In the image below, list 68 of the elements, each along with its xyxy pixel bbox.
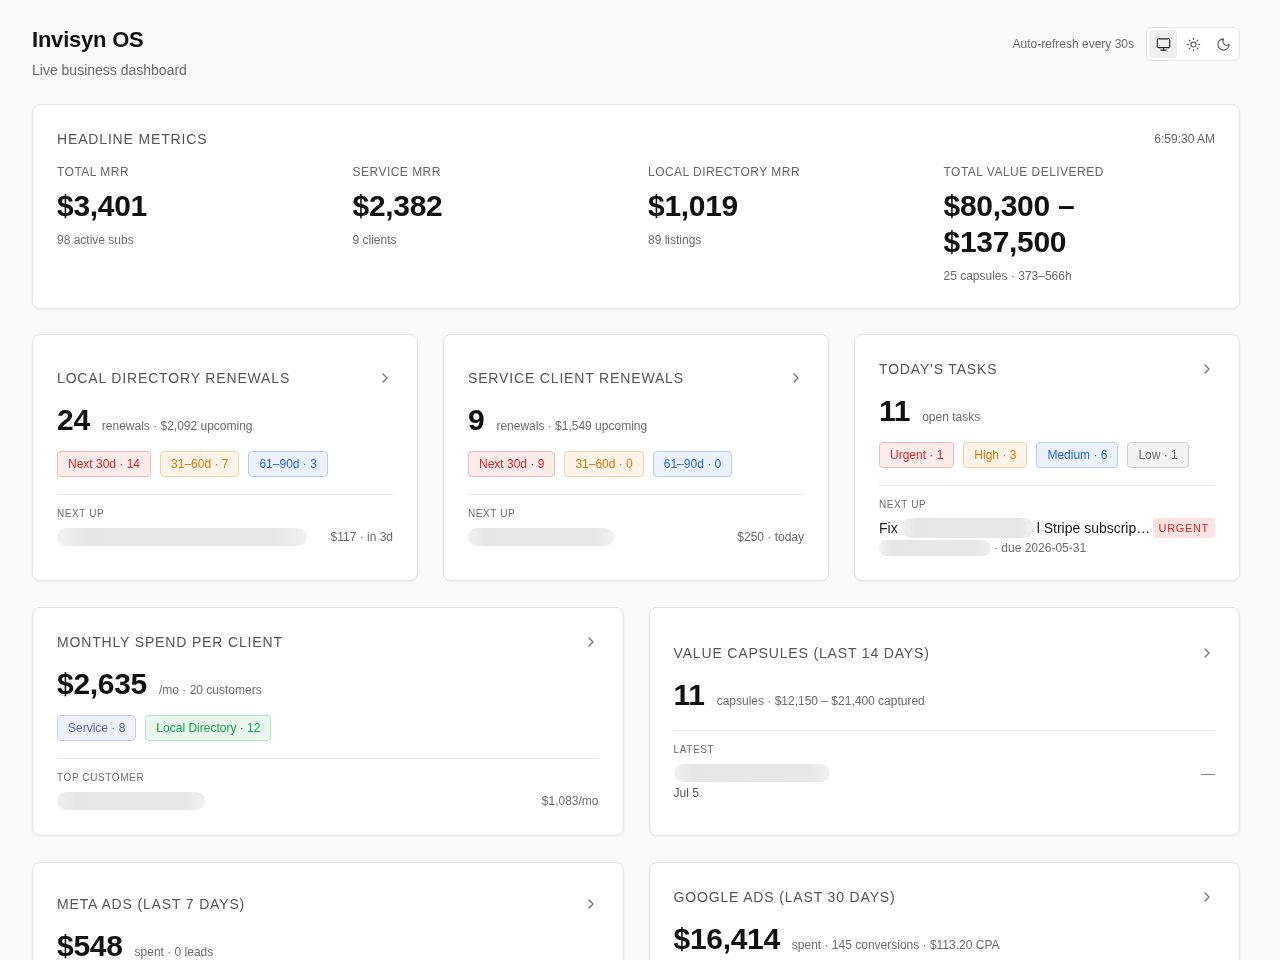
metric-note: 25 capsules · 373–566h: [943, 268, 1073, 284]
updated-time: 6:59:30 AM: [1154, 132, 1215, 146]
theme-button[interactable]: [1149, 30, 1177, 58]
task-due-date: · due 2026-05-31: [994, 541, 1087, 555]
sun-icon: [1185, 36, 1201, 52]
card-value-note: renewals · $1,549 upcoming: [496, 419, 648, 433]
section-label: TOP CUSTOMER: [57, 771, 146, 785]
count-pill: Low · 1: [1127, 442, 1189, 468]
section-label: NEXT UP: [468, 507, 517, 521]
card-value-note: capsules · $12,150 – $21,400 captured: [716, 693, 925, 708]
metric-note: 98 active subs: [57, 232, 135, 248]
card-value: 24: [57, 402, 90, 438]
count-pill: 61–90d · 0: [652, 451, 733, 477]
section-label: NEXT UP: [879, 498, 928, 512]
app-title: Invisyn OS: [32, 26, 145, 54]
card-title: SERVICE CLIENT RENEWALS: [468, 369, 684, 388]
card-value-note: open tasks: [922, 410, 981, 424]
card-value-note: spent · 145 conversions · $113.20 CPA: [791, 938, 1000, 952]
monitor-icon: [1155, 36, 1171, 52]
count-pill: Service · 8: [57, 715, 137, 741]
app-subtitle: Live business dashboard: [32, 61, 187, 80]
next-up-detail: $1,083/mo: [541, 794, 599, 808]
count-pill: Urgent · 1: [879, 442, 955, 468]
metric-value: $80,300 – $137,500: [943, 188, 1076, 260]
card-value: $16,414: [673, 921, 780, 957]
count-pill: Local Directory · 12: [145, 715, 272, 741]
card-title: META ADS (LAST 7 DAYS): [57, 895, 246, 914]
card-title: GOOGLE ADS (LAST 30 DAYS): [673, 888, 896, 907]
card-value: $548: [57, 928, 123, 960]
count-pill: High · 3: [963, 442, 1028, 468]
card-value: 11: [673, 676, 705, 713]
card-value-note: spent · 0 leads: [134, 945, 214, 959]
count-pill: 61–90d · 3: [248, 451, 328, 477]
metric-label: TOTAL VALUE DELIVERED: [943, 164, 1105, 180]
next-up-detail: $250 · today: [737, 530, 804, 544]
moon-icon: [1215, 36, 1231, 52]
metric-value: $2,382: [352, 188, 444, 224]
card-value: 11: [879, 393, 911, 429]
count-pill: Next 30d · 9: [468, 451, 556, 477]
card-title: HEADLINE METRICS: [57, 130, 208, 149]
card-title: TODAY'S TASKS: [879, 360, 998, 379]
card-title: LOCAL DIRECTORY RENEWALS: [57, 369, 291, 388]
next-up-detail: $117 · in 3d: [330, 530, 393, 544]
metric-label: LOCAL DIRECTORY MRR: [648, 164, 802, 180]
card-value: 9: [468, 402, 485, 438]
count-pill: 31–60d · 7: [160, 451, 240, 477]
priority-badge: URGENT: [1152, 518, 1215, 538]
card-value: $2,635: [57, 666, 147, 702]
auto-refresh-note: Auto-refresh every 30s: [1012, 37, 1134, 51]
count-pill: Medium · 6: [1036, 442, 1119, 468]
card-title: MONTHLY SPEND PER CLIENT: [57, 633, 283, 652]
task-title: l Stripe subscrip…: [1036, 520, 1151, 536]
metric-label: TOTAL MRR: [57, 164, 131, 180]
metric-value: $3,401: [57, 188, 148, 224]
card-value-note: /mo · 20 customers: [158, 683, 262, 697]
count-pill: Next 30d · 14: [57, 451, 152, 477]
capsule-date: Jul 5: [673, 784, 700, 801]
count-pill: 31–60d · 0: [564, 451, 644, 477]
value-placeholder-dash: —: [1201, 764, 1215, 781]
metric-value: $1,019: [648, 188, 739, 224]
metric-note: 89 listings: [648, 232, 703, 248]
card-title: VALUE CAPSULES (LAST 14 DAYS): [673, 643, 930, 663]
metric-label: SERVICE MRR: [352, 164, 442, 180]
section-label: NEXT UP: [57, 507, 106, 521]
task-title: Fix: [879, 520, 898, 536]
section-label: LATEST: [673, 742, 716, 757]
metric-note: 9 clients: [352, 232, 398, 248]
card-value-note: renewals · $2,092 upcoming: [101, 419, 253, 433]
